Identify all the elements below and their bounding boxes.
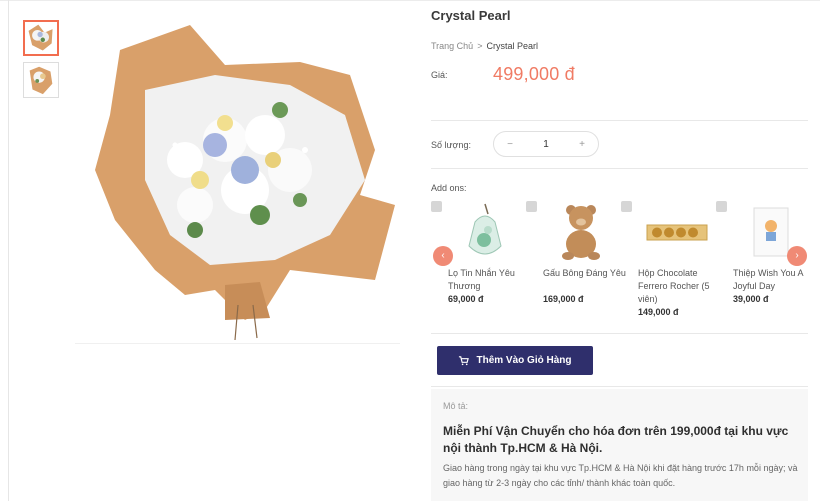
addon-name: Hộp Chocolate Ferrero Rocher (5 viên) [638, 268, 710, 304]
addon-name: Gấu Bông Đáng Yêu [543, 268, 626, 278]
glass-bottle-icon [468, 203, 502, 255]
addon-checkbox[interactable] [716, 201, 727, 212]
carousel-next-button[interactable]: › [787, 246, 807, 266]
breadcrumb: Trang Chủ > Crystal Pearl [431, 41, 538, 51]
product-image [75, 20, 400, 342]
description-panel: Mô tả: Miễn Phí Vận Chuyển cho hóa đơn t… [431, 389, 808, 501]
quantity-label: Số lượng: [431, 140, 471, 150]
image-divider [75, 343, 400, 344]
addon-image [451, 200, 519, 262]
product-price: 499,000 đ [493, 64, 575, 84]
product-title: Crystal Pearl [431, 8, 511, 23]
bouquet-thumbnail-icon [29, 66, 53, 95]
thumbnail-2[interactable] [23, 62, 59, 98]
carousel-prev-button[interactable]: ‹ [433, 246, 453, 266]
add-to-cart-button[interactable]: Thêm Vào Giỏ Hàng [437, 346, 593, 375]
addon-name: Lọ Tin Nhắn Yêu Thương [448, 268, 515, 291]
quantity-stepper: − 1 + [493, 131, 599, 157]
description-label: Mô tả: [443, 401, 469, 411]
addon-price: 39,000 đ [733, 294, 769, 304]
addon-price: 149,000 đ [638, 307, 679, 317]
addon-checkbox[interactable] [431, 201, 442, 212]
description-body: Giao hàng trong ngày tại khu vực Tp.HCM … [443, 463, 798, 488]
addon-image [641, 200, 709, 262]
price-label: Giá: [431, 70, 448, 80]
addon-item: Hộp Chocolate Ferrero Rocher (5 viên) 14… [621, 199, 710, 324]
description-headline: Miễn Phí Vận Chuyển cho hóa đơn trên 199… [443, 424, 789, 455]
addon-checkbox[interactable] [621, 201, 632, 212]
cart-icon [459, 356, 470, 366]
top-border [0, 0, 820, 1]
divider [431, 386, 808, 387]
divider [431, 120, 808, 121]
divider [431, 168, 808, 169]
chocolate-box-icon [646, 224, 708, 241]
addon-price: 69,000 đ [448, 294, 484, 304]
quantity-value[interactable]: 1 [543, 139, 549, 150]
breadcrumb-home[interactable]: Trang Chủ [431, 41, 473, 51]
bouquet-image-icon [95, 25, 395, 341]
addon-price: 169,000 đ [543, 294, 584, 304]
quantity-decrease-button[interactable]: − [503, 139, 517, 150]
quantity-increase-button[interactable]: + [575, 139, 589, 150]
add-to-cart-label: Thêm Vào Giỏ Hàng [476, 355, 572, 366]
addon-checkbox[interactable] [526, 201, 537, 212]
divider [431, 333, 808, 334]
addon-image [546, 200, 614, 262]
addons-label: Add ons: [431, 183, 467, 193]
bouquet-thumbnail-icon [28, 24, 53, 51]
addon-name: Thiệp Wish You A Joyful Day [733, 268, 804, 291]
breadcrumb-separator: > [477, 41, 483, 51]
thumbnail-1[interactable] [23, 20, 59, 56]
left-border [8, 0, 9, 501]
addons-carousel: Lọ Tin Nhắn Yêu Thương 69,000 đ Gấu Bông… [431, 199, 808, 324]
breadcrumb-current: Crystal Pearl [486, 41, 538, 51]
teddy-bear-icon [562, 205, 600, 260]
addon-item: Gấu Bông Đáng Yêu 169,000 đ [526, 199, 626, 324]
